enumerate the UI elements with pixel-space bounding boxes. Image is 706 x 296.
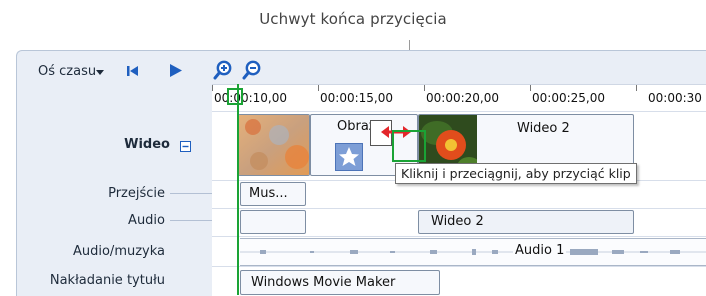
audio1-clip[interactable]: Audio 1 [240,238,706,266]
track-label-video: Wideo [124,137,170,152]
audio-clip[interactable]: Wideo 2 [418,210,634,234]
trim-tooltip: Kliknij i przeciągnij, aby przyciąć klip [395,163,637,184]
ruler-tick-label: 00:00:30 [648,91,702,105]
track-connector [170,220,212,221]
audio1-clip-label: Audio 1 [513,243,567,258]
video2-clip-label: Wideo 2 [517,121,570,136]
zoom-out-icon[interactable] [242,60,262,80]
image-clip-thumbnail[interactable] [238,114,310,176]
play-icon[interactable] [168,63,183,78]
title-overlay-clip[interactable]: Windows Movie Maker [240,270,440,295]
playhead-line[interactable] [237,84,239,295]
ruler-position-highlight [227,88,243,105]
ruler-tick [636,85,637,91]
ruler-tick [530,85,531,91]
trim-handle-highlight [392,130,426,162]
transition-clip[interactable]: Mus... [240,182,306,206]
timeline-view-dropdown[interactable]: Oś czasu [38,64,96,79]
audio-clip-segment[interactable] [240,210,306,234]
track-label-title-overlay: Nakładanie tytułu [49,273,165,288]
star-icon [335,143,363,171]
skip-to-start-icon[interactable] [126,64,140,78]
track-connector [170,193,212,194]
track-label-audio: Audio [128,213,165,228]
ruler-tick [212,85,213,91]
ruler-tick-label: 00:00:10,00 [214,91,287,105]
ruler-tick-label: 00:00:15,00 [320,91,393,105]
track-label-audio-music: Audio/muzyka [72,244,165,259]
ruler-tick-label: 00:00:20,00 [426,91,499,105]
minus-box-icon[interactable] [180,137,191,156]
chevron-down-icon[interactable] [96,70,104,75]
ruler-tick [318,85,319,91]
time-ruler[interactable]: 00:00:10,00 00:00:15,00 00:00:20,00 00:0… [212,84,706,112]
track-label-transition: Przejście [108,186,165,201]
zoom-in-icon[interactable] [213,60,233,80]
ruler-tick-label: 00:00:25,00 [532,91,605,105]
trim-handle-callout: Uchwyt końca przycięcia [259,10,447,28]
ruler-tick [424,85,425,91]
